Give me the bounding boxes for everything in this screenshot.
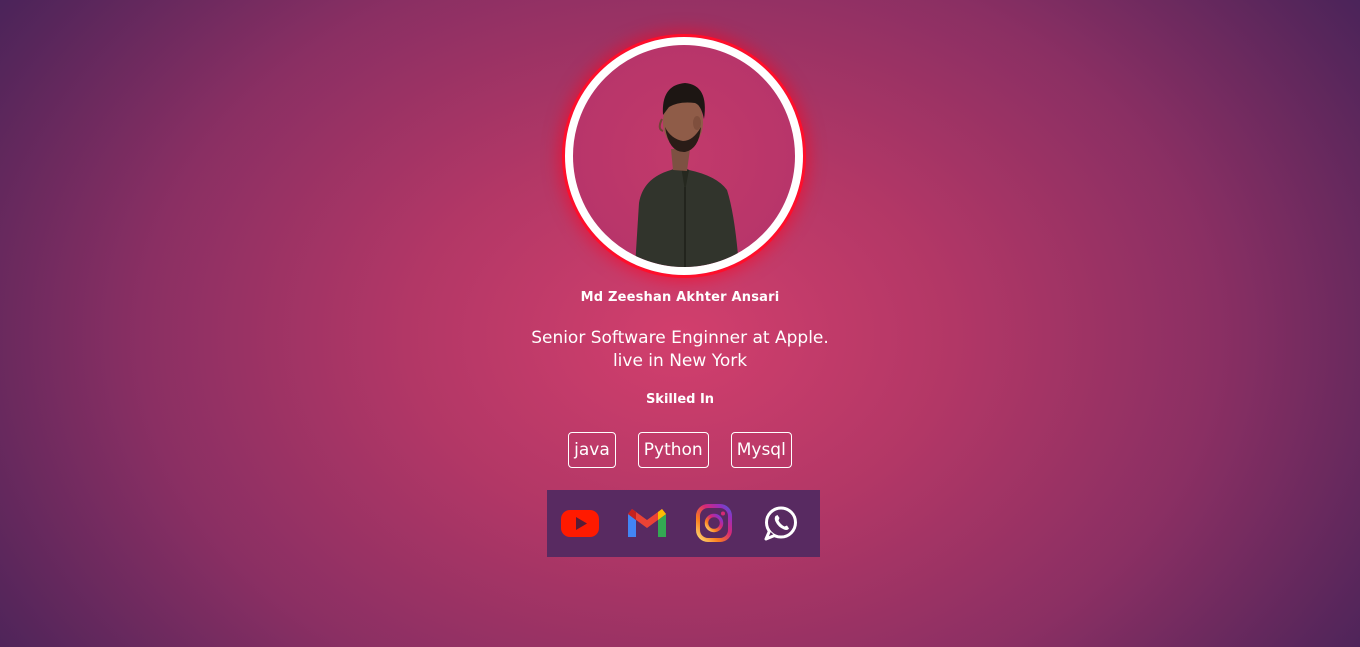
profile-name: Md Zeeshan Akhter Ansari — [580, 290, 780, 305]
profile-card: Md Zeeshan Akhter Ansari Senior Software… — [0, 0, 1360, 647]
skill-tag-mysql[interactable]: Mysql — [730, 432, 792, 468]
skill-tag-java[interactable]: java — [568, 432, 616, 468]
person-photo — [635, 83, 739, 267]
bio-line-title: Senior Software Enginner at Apple. — [531, 328, 829, 348]
gmail-icon — [628, 509, 666, 537]
skills-list: java Python Mysql — [0, 432, 1360, 468]
youtube-icon — [561, 510, 599, 537]
instagram-icon — [696, 504, 732, 542]
profile-avatar — [565, 37, 803, 275]
social-links-bar — [547, 490, 820, 557]
whatsapp-icon — [764, 506, 797, 541]
skills-heading: Skilled In — [645, 392, 715, 407]
profile-bio: Senior Software Enginner at Apple. live … — [0, 327, 1360, 373]
gmail-link[interactable] — [627, 504, 667, 542]
youtube-link[interactable] — [560, 504, 600, 542]
skill-tag-python[interactable]: Python — [637, 432, 709, 468]
whatsapp-link[interactable] — [761, 504, 801, 542]
instagram-link[interactable] — [694, 504, 734, 542]
bio-line-location: live in New York — [612, 351, 748, 371]
